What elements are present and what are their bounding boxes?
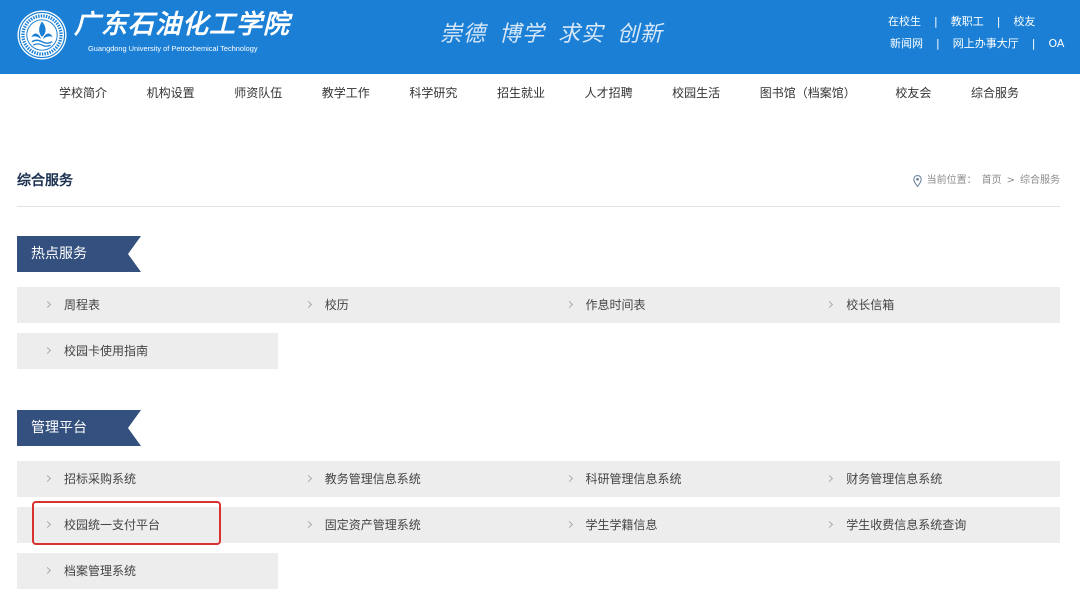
page: 广东石油化工学院 Guangdong University of Petroch… xyxy=(0,0,1080,596)
service-link-campus-card-guide[interactable]: 校园卡使用指南 xyxy=(17,333,278,369)
service-link-school-calendar[interactable]: 校历 xyxy=(277,287,539,323)
nav-item-faculty[interactable]: 师资队伍 xyxy=(234,84,282,101)
section-tab-hot-services: 热点服务 xyxy=(17,236,141,272)
chevron-right-icon xyxy=(304,520,312,529)
platform-link-student-records[interactable]: 学生学籍信息 xyxy=(538,507,800,543)
chevron-right-icon xyxy=(43,474,52,483)
nav-item-admissions[interactable]: 招生就业 xyxy=(497,84,545,101)
breadcrumb-separator: > xyxy=(1006,175,1015,186)
location-pin-icon xyxy=(912,175,922,187)
nav-item-research[interactable]: 科学研究 xyxy=(409,84,457,101)
platform-link-label: 档案管理系统 xyxy=(64,564,137,578)
link-separator: | xyxy=(1031,37,1036,50)
platform-link-label: 学生学籍信息 xyxy=(585,518,658,532)
platform-link-academic-affairs-system[interactable]: 教务管理信息系统 xyxy=(277,461,539,497)
section-tab-management-platforms: 管理平台 xyxy=(17,410,141,446)
platform-link-label: 财务管理信息系统 xyxy=(846,472,943,486)
school-motto: 崇德 博学 求实 创新 xyxy=(440,22,663,47)
nav-item-recruitment[interactable]: 人才招聘 xyxy=(585,84,633,101)
site-header: 广东石油化工学院 Guangdong University of Petroch… xyxy=(0,0,1080,74)
main-nav: 学校简介 机构设置 师资队伍 教学工作 科学研究 招生就业 人才招聘 校园生活 … xyxy=(59,74,1019,110)
chevron-right-icon xyxy=(826,520,834,529)
chevron-right-icon xyxy=(826,300,834,309)
title-divider xyxy=(17,206,1060,207)
chevron-right-icon xyxy=(304,474,312,483)
breadcrumb-current: 综合服务 xyxy=(1020,175,1060,186)
chevron-right-icon xyxy=(565,300,573,309)
nav-item-about[interactable]: 学校简介 xyxy=(59,84,107,101)
link-separator: | xyxy=(936,37,940,50)
hot-services-grid: 周程表 校历 作息时间表 校长信箱 校园卡使用指南 xyxy=(17,287,1060,369)
platform-link-label: 学生收费信息系统查询 xyxy=(846,518,967,532)
quick-links-row-2: 新闻网 | 网上办事大厅 | OA xyxy=(890,37,1064,51)
link-separator: | xyxy=(934,15,938,28)
service-link-label: 校历 xyxy=(324,298,349,312)
chevron-right-icon xyxy=(565,520,573,529)
service-link-label: 作息时间表 xyxy=(585,298,646,312)
school-name-cn: 广东石油化工学院 xyxy=(74,10,291,40)
nav-item-services[interactable]: 综合服务 xyxy=(971,84,1019,101)
link-students[interactable]: 在校生 xyxy=(888,15,921,29)
platform-link-label: 校园统一支付平台 xyxy=(64,518,161,532)
platform-link-label: 招标采购系统 xyxy=(64,472,137,486)
platform-link-finance-system[interactable]: 财务管理信息系统 xyxy=(799,461,1060,497)
university-emblem-icon xyxy=(17,10,67,60)
link-staff[interactable]: 教职工 xyxy=(951,15,984,29)
nav-item-departments[interactable]: 机构设置 xyxy=(147,84,195,101)
nav-item-campus-life[interactable]: 校园生活 xyxy=(672,84,720,101)
chevron-right-icon xyxy=(43,300,52,309)
school-name-en: Guangdong University of Petrochemical Te… xyxy=(88,44,258,53)
platform-link-label: 固定资产管理系统 xyxy=(324,518,421,532)
nav-item-teaching[interactable]: 教学工作 xyxy=(322,84,370,101)
service-link-label: 校园卡使用指南 xyxy=(64,344,149,358)
platform-link-student-fees-query[interactable]: 学生收费信息系统查询 xyxy=(799,507,1060,543)
nav-item-library[interactable]: 图书馆（档案馆） xyxy=(760,84,856,101)
link-alumni[interactable]: 校友 xyxy=(1013,15,1035,29)
quick-links-row-1: 在校生 | 教职工 | 校友 xyxy=(888,15,1035,29)
breadcrumb: 当前位置： 首页 > 综合服务 xyxy=(912,174,1060,188)
breadcrumb-label: 当前位置： xyxy=(926,175,977,186)
nav-item-alumni-association[interactable]: 校友会 xyxy=(895,84,931,101)
platform-link-label: 教务管理信息系统 xyxy=(324,472,421,486)
service-link-label: 校长信箱 xyxy=(846,298,895,312)
service-link-weekly-schedule[interactable]: 周程表 xyxy=(17,287,278,323)
management-platforms-grid: 招标采购系统 教务管理信息系统 科研管理信息系统 财务管理信息系统 校园统一支付… xyxy=(17,461,1060,589)
chevron-right-icon xyxy=(43,346,52,355)
service-link-timetable[interactable]: 作息时间表 xyxy=(538,287,800,323)
platform-link-label: 科研管理信息系统 xyxy=(585,472,682,486)
chevron-right-icon xyxy=(304,300,312,309)
link-online-services-hall[interactable]: 网上办事大厅 xyxy=(953,37,1019,51)
link-oa[interactable]: OA xyxy=(1048,37,1064,51)
platform-link-research-management-system[interactable]: 科研管理信息系统 xyxy=(538,461,800,497)
page-title: 综合服务 xyxy=(17,173,73,189)
chevron-right-icon xyxy=(43,566,52,575)
chevron-right-icon xyxy=(43,520,52,529)
platform-link-archives-system[interactable]: 档案管理系统 xyxy=(17,553,278,589)
link-news[interactable]: 新闻网 xyxy=(890,37,923,51)
site-logo[interactable]: 广东石油化工学院 Guangdong University of Petroch… xyxy=(17,8,297,66)
platform-link-procurement-system[interactable]: 招标采购系统 xyxy=(17,461,278,497)
platform-link-fixed-assets-system[interactable]: 固定资产管理系统 xyxy=(277,507,539,543)
chevron-right-icon xyxy=(826,474,834,483)
service-link-president-mailbox[interactable]: 校长信箱 xyxy=(799,287,1060,323)
chevron-right-icon xyxy=(565,474,573,483)
breadcrumb-home[interactable]: 首页 xyxy=(982,174,1002,188)
platform-link-campus-payment-platform[interactable]: 校园统一支付平台 xyxy=(17,507,278,543)
service-link-label: 周程表 xyxy=(64,298,101,312)
link-separator: | xyxy=(996,15,1001,28)
